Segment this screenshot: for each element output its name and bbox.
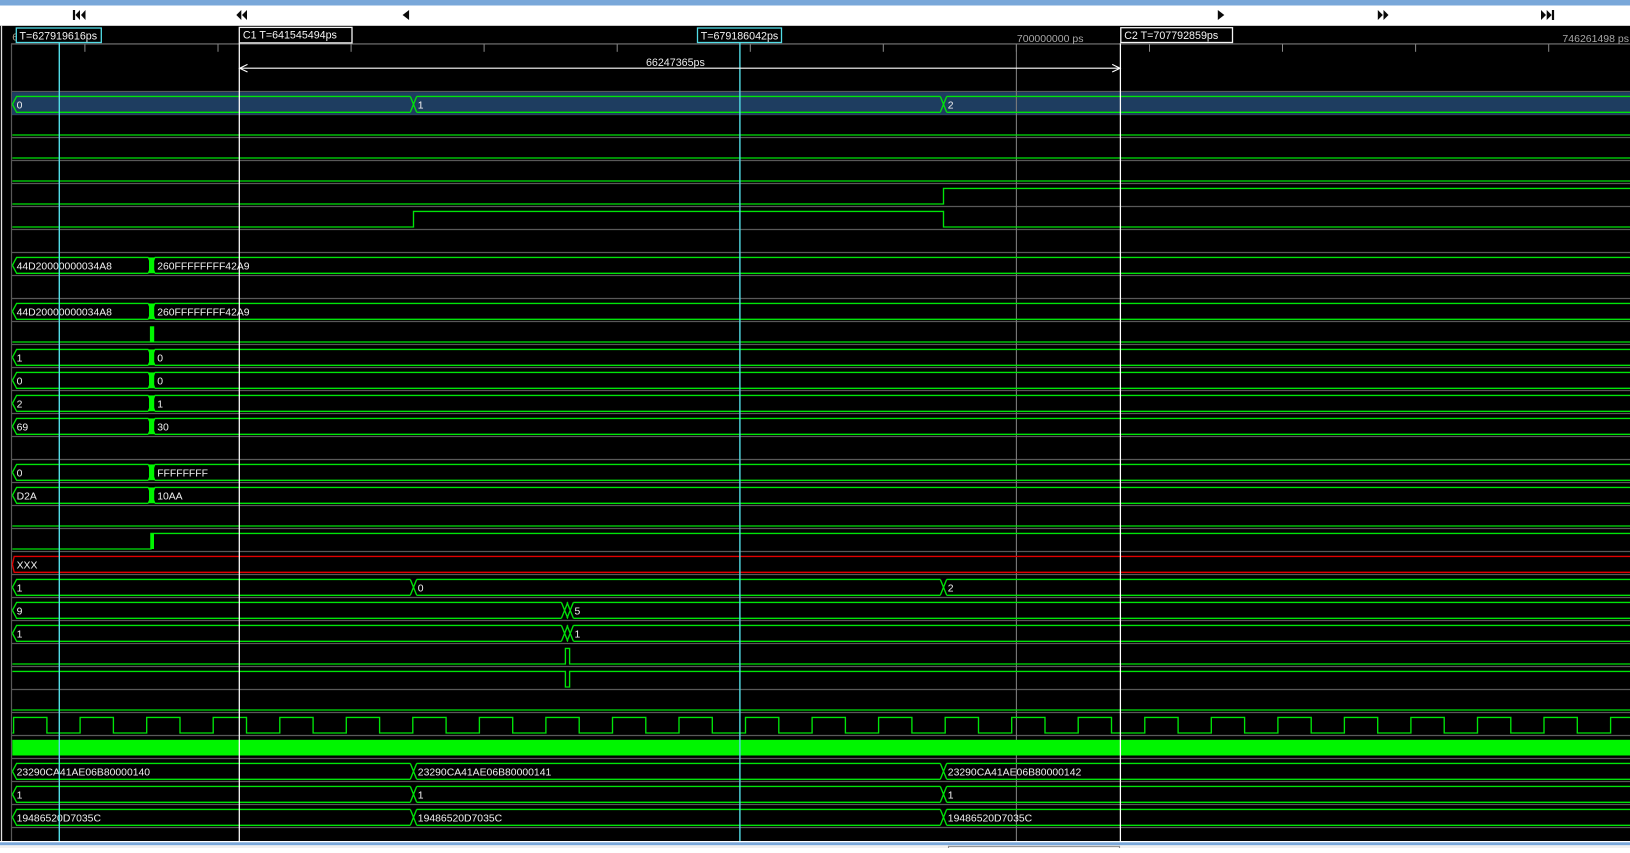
- svg-text:XXX: XXX: [17, 561, 38, 572]
- svg-text:23290CA41AE06B80000141: 23290CA41AE06B80000141: [418, 768, 552, 779]
- svg-text:0: 0: [418, 584, 424, 595]
- svg-text:FFFFFFFF: FFFFFFFF: [157, 469, 208, 480]
- svg-text:1: 1: [418, 791, 424, 802]
- svg-text:44D20000000034A8: 44D20000000034A8: [17, 262, 113, 273]
- svg-text:0: 0: [157, 377, 163, 388]
- svg-text:69: 69: [17, 423, 29, 434]
- svg-text:1: 1: [575, 630, 581, 641]
- svg-text:2: 2: [17, 400, 23, 411]
- svg-text:1: 1: [157, 400, 163, 411]
- svg-text:1: 1: [418, 101, 424, 112]
- svg-text:700000000 ps: 700000000 ps: [1017, 33, 1084, 45]
- svg-text:19486520D7035C: 19486520D7035C: [418, 814, 503, 825]
- svg-text:1: 1: [948, 791, 954, 802]
- svg-text:0: 0: [157, 354, 163, 365]
- svg-text:0: 0: [17, 469, 23, 480]
- svg-text:T=679186042ps: T=679186042ps: [701, 30, 779, 42]
- svg-text:C1 T=641545494ps: C1 T=641545494ps: [243, 30, 337, 42]
- svg-text:260FFFFFFFF42A9: 260FFFFFFFF42A9: [157, 262, 250, 273]
- svg-text:23290CA41AE06B80000142: 23290CA41AE06B80000142: [948, 768, 1082, 779]
- svg-text:44D20000000034A8: 44D20000000034A8: [17, 308, 113, 319]
- svg-text:1: 1: [17, 354, 23, 365]
- svg-text:23290CA41AE06B80000140: 23290CA41AE06B80000140: [17, 768, 151, 779]
- svg-text:0: 0: [17, 101, 23, 112]
- svg-text:0: 0: [17, 377, 23, 388]
- svg-text:1: 1: [17, 630, 23, 641]
- svg-text:30: 30: [157, 423, 169, 434]
- svg-text:260FFFFFFFF42A9: 260FFFFFFFF42A9: [157, 308, 250, 319]
- svg-text:746261498 ps: 746261498 ps: [1562, 33, 1629, 45]
- svg-text:5: 5: [575, 607, 581, 618]
- svg-text:2: 2: [948, 101, 954, 112]
- svg-text:1: 1: [17, 791, 23, 802]
- svg-text:C2 T=707792859ps: C2 T=707792859ps: [1124, 30, 1218, 42]
- svg-text:T=627919616ps: T=627919616ps: [20, 30, 98, 42]
- svg-text:1: 1: [17, 584, 23, 595]
- svg-text:66247365ps: 66247365ps: [646, 57, 705, 69]
- svg-text:19486520D7035C: 19486520D7035C: [948, 814, 1033, 825]
- svg-text:D2A: D2A: [17, 492, 37, 503]
- svg-text:10AA: 10AA: [157, 492, 182, 503]
- svg-text:2: 2: [948, 584, 954, 595]
- svg-text:9: 9: [17, 607, 23, 618]
